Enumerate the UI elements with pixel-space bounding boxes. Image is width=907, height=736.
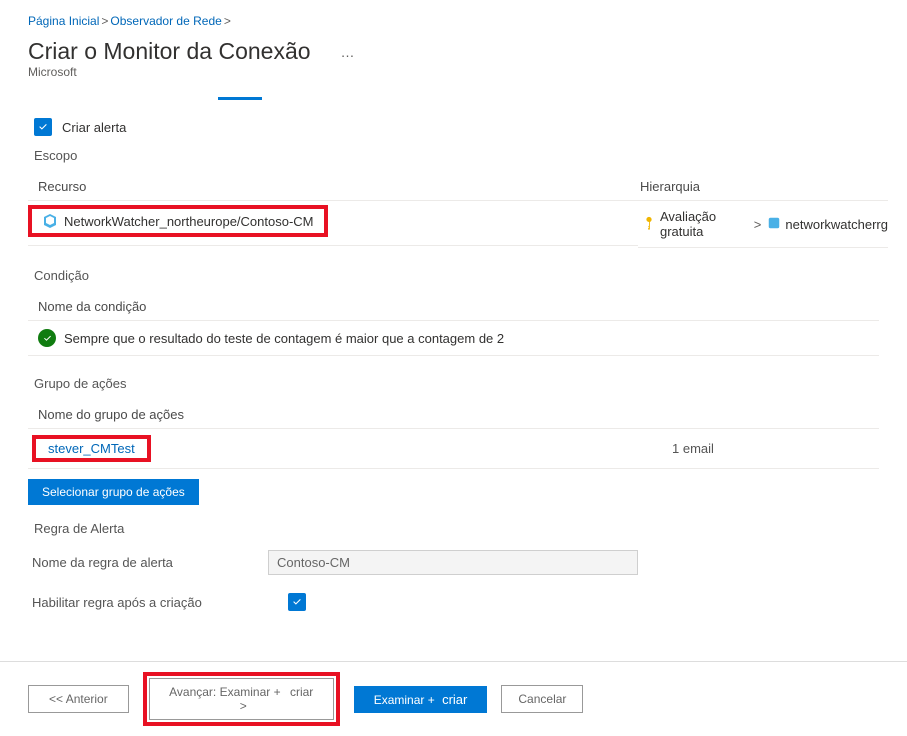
condition-row[interactable]: Sempre que o resultado do teste de conta… — [28, 321, 879, 356]
success-check-icon — [38, 329, 56, 347]
action-group-contains: 1 email — [672, 441, 872, 456]
next-button-highlight: Avançar: Examinar + criar > — [143, 672, 340, 726]
more-icon[interactable]: … — [341, 44, 356, 60]
hierarchy-subscription[interactable]: Avaliação gratuita — [660, 209, 748, 239]
breadcrumb: Página Inicial>Observador de Rede> — [28, 10, 879, 32]
hierarchy-column-title: Hierarquia — [638, 173, 888, 201]
next-label-c: criar — [290, 685, 313, 699]
breadcrumb-home[interactable]: Página Inicial — [28, 14, 99, 28]
action-group-name[interactable]: stever_CMTest — [48, 441, 135, 456]
create-alert-checkbox[interactable] — [34, 118, 52, 136]
chevron-right-icon: > — [224, 14, 231, 28]
check-icon — [291, 596, 303, 608]
active-tab-indicator — [218, 97, 262, 100]
resource-column-title: Recurso — [28, 173, 638, 201]
next-label-d: > — [240, 699, 247, 713]
cancel-button[interactable]: Cancelar — [501, 685, 583, 713]
page-title: Criar o Monitor da Conexão — [28, 38, 311, 65]
check-icon — [37, 121, 49, 133]
create-alert-label: Criar alerta — [62, 120, 126, 135]
breadcrumb-watcher[interactable]: Observador de Rede — [110, 14, 221, 28]
page-title-row: Criar o Monitor da Conexão … — [28, 38, 879, 65]
review-create-button[interactable]: Examinar + criar — [354, 686, 488, 713]
chevron-right-icon: > — [101, 14, 108, 28]
chevron-right-icon: > — [754, 217, 762, 232]
alert-rule-section-label: Regra de Alerta — [34, 521, 879, 536]
cube-icon — [42, 213, 58, 229]
select-action-group-button[interactable]: Selecionar grupo de ações — [28, 479, 199, 505]
condition-section-label: Condição — [34, 268, 879, 283]
hierarchy-rg[interactable]: networkwatcherrg — [785, 217, 888, 232]
action-group-section-label: Grupo de ações — [34, 376, 879, 391]
resource-name[interactable]: NetworkWatcher_northeurope/Contoso-CM — [64, 214, 314, 229]
enable-rule-checkbox[interactable] — [288, 593, 306, 611]
next-review-create-button[interactable]: Avançar: Examinar + criar > — [149, 678, 334, 720]
enable-rule-label: Habilitar regra após a criação — [28, 595, 288, 610]
resource-group-icon — [767, 216, 781, 233]
wizard-footer: << Anterior Avançar: Examinar + criar > … — [0, 661, 907, 736]
previous-button[interactable]: << Anterior — [28, 685, 129, 713]
action-group-name-highlight: stever_CMTest — [32, 435, 151, 462]
review-label-b: criar — [442, 692, 467, 707]
alert-rule-name-label: Nome da regra de alerta — [28, 555, 268, 570]
scope-section-label: Escopo — [34, 148, 879, 163]
action-group-row[interactable]: stever_CMTest 1 email — [28, 429, 879, 469]
key-icon — [642, 216, 656, 233]
alert-rule-name-input[interactable] — [268, 550, 638, 575]
action-group-column-title: Nome do grupo de ações — [28, 401, 879, 429]
condition-column-title: Nome da condição — [28, 293, 879, 321]
review-label-a: Examinar + — [374, 693, 435, 707]
page-subtitle: Microsoft — [28, 65, 879, 79]
next-label-a: Avançar: — [169, 685, 216, 699]
resource-row-highlight: NetworkWatcher_northeurope/Contoso-CM — [28, 205, 328, 237]
condition-text: Sempre que o resultado do teste de conta… — [64, 331, 504, 346]
next-label-b: Examinar + — [220, 685, 281, 699]
